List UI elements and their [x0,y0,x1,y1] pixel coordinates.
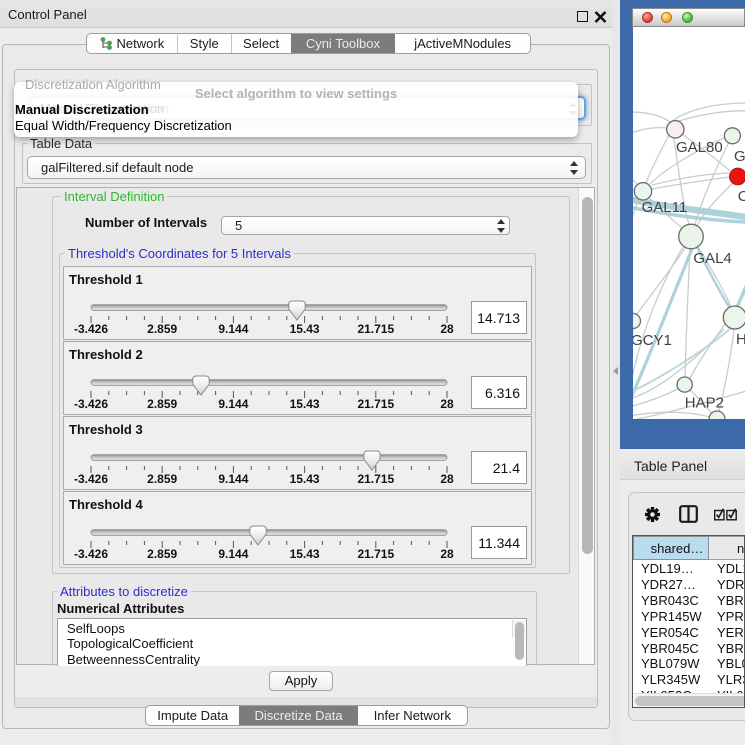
svg-text:9.144: 9.144 [218,472,248,486]
svg-text:GAL4: GAL4 [693,250,731,267]
svg-text:21.715: 21.715 [357,472,394,486]
svg-text:2.859: 2.859 [147,397,177,411]
svg-text:28: 28 [440,547,454,561]
svg-text:21.715: 21.715 [357,547,394,561]
svg-text:9.144: 9.144 [218,397,248,411]
svg-text:15.43: 15.43 [290,472,320,486]
svg-text:GAL11: GAL11 [642,199,688,216]
svg-text:28: 28 [440,322,454,336]
svg-text:21.715: 21.715 [357,397,394,411]
svg-text:21.715: 21.715 [357,322,394,336]
svg-text:28: 28 [440,472,454,486]
svg-text:-3.426: -3.426 [74,472,108,486]
svg-text:-3.426: -3.426 [74,322,108,336]
svg-text:15.43: 15.43 [290,322,320,336]
svg-text:9.144: 9.144 [218,322,248,336]
svg-text:GCY1: GCY1 [633,332,672,349]
svg-text:2.859: 2.859 [147,322,177,336]
svg-text:28: 28 [440,397,454,411]
svg-text:-3.426: -3.426 [74,397,108,411]
svg-text:15.43: 15.43 [290,547,320,561]
svg-text:2.859: 2.859 [147,472,177,486]
svg-text:GA: GA [734,148,745,165]
svg-text:H: H [736,331,745,348]
svg-text:2.859: 2.859 [147,547,177,561]
svg-text:C: C [738,188,745,205]
svg-text:-3.426: -3.426 [74,547,108,561]
svg-text:GAL80: GAL80 [676,139,723,156]
svg-text:HAP2: HAP2 [685,395,724,412]
svg-text:15.43: 15.43 [290,397,320,411]
svg-text:9.144: 9.144 [218,547,248,561]
